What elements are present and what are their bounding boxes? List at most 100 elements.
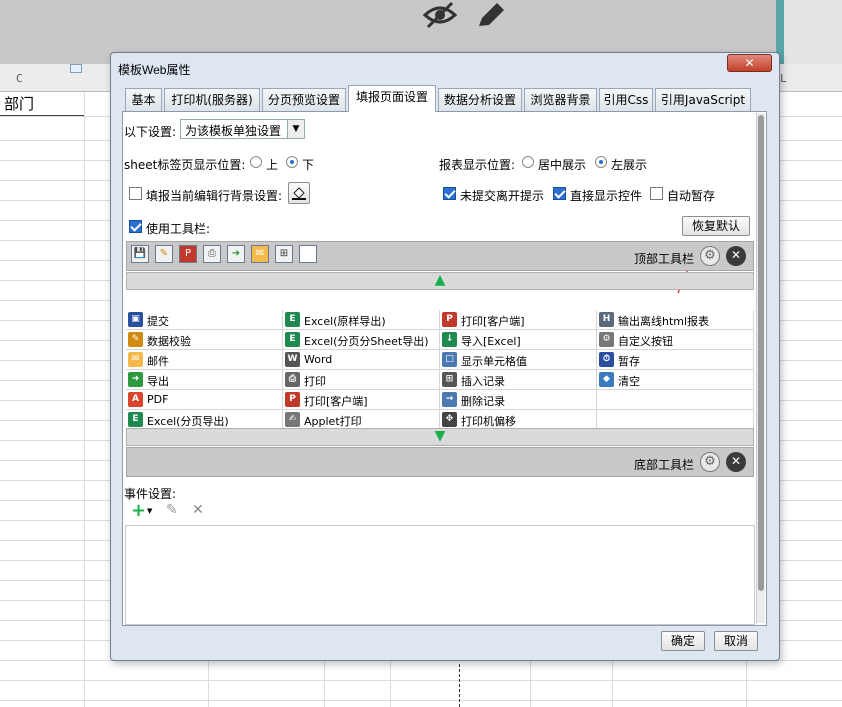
toolbar-grid-item-label: Applet打印 <box>304 415 362 428</box>
email-icon[interactable]: ✉ <box>251 245 269 263</box>
cell-department[interactable]: 部门 <box>0 92 84 116</box>
pdf-print-icon[interactable]: P <box>179 245 197 263</box>
toolbar-grid-item[interactable]: ⚙ 自定义按钮 <box>597 330 754 350</box>
toolbar-grid-item[interactable]: H 输出离线html报表 <box>597 310 754 330</box>
add-event-icon[interactable]: + <box>131 500 146 521</box>
toolbar-grid-item[interactable]: ⏱ 暂存 <box>597 350 754 370</box>
print-icon: ⎙ <box>285 372 300 387</box>
tab-javascript[interactable]: 引用JavaScript <box>655 88 751 112</box>
toolbar-grid-item-label: 插入记录 <box>461 375 505 388</box>
toolbar-grid-item[interactable]: W Word <box>283 350 440 370</box>
excel-icon: E <box>128 412 143 427</box>
restore-default-button[interactable]: 恢复默认 <box>682 216 750 236</box>
tab-browser-background[interactable]: 浏览器背景 <box>524 88 597 112</box>
radio-report-center[interactable] <box>522 156 534 168</box>
paint-bucket-button[interactable] <box>288 182 310 204</box>
radio-report-left[interactable] <box>595 156 607 168</box>
hide-eye-icon[interactable] <box>420 0 460 30</box>
tab-fill-page-settings[interactable]: 填报页面设置 <box>348 85 436 112</box>
tab-css[interactable]: 引用Css <box>599 88 653 112</box>
toolbar-grid-item[interactable]: A PDF <box>126 390 283 410</box>
toolbar-grid-item[interactable]: ⎙ 打印 <box>283 370 440 390</box>
top-toolbar[interactable]: 💾 ✎ P ⎙ ➜ ✉ ⊞ 顶部工具栏 ⚙ ✕ <box>126 241 754 271</box>
arrow-down-icon[interactable]: ▼ <box>435 428 446 444</box>
bottom-toolbar[interactable]: 底部工具栏 ⚙ ✕ <box>126 447 754 477</box>
radio-sheet-tab-top[interactable] <box>250 156 262 168</box>
radio-label: 左展示 <box>611 158 648 172</box>
checkbox-edit-row-bg[interactable] <box>129 187 142 200</box>
close-icon[interactable]: ✕ <box>726 246 746 266</box>
toolbar-grid-item[interactable]: □ 显示单元格值 <box>440 350 597 370</box>
cell-dropdown-icon[interactable] <box>70 64 82 73</box>
arrow-up-icon[interactable]: ▲ <box>435 272 446 288</box>
toolbar-grid-item[interactable]: ✍ Applet打印 <box>283 410 440 430</box>
close-icon[interactable]: ✕ <box>726 452 746 472</box>
toolbar-grid-item[interactable]: → 删除记录 <box>440 390 597 410</box>
save-icon[interactable]: 💾 <box>131 245 149 263</box>
delete-row-icon: → <box>442 392 457 407</box>
print-icon[interactable]: ⎙ <box>203 245 221 263</box>
tab-basic[interactable]: 基本 <box>125 88 162 112</box>
edit-row-bg-label: 填报当前编辑行背景设置: <box>146 189 283 203</box>
toolbar-grid-item[interactable]: E Excel(原样导出) <box>283 310 440 330</box>
toolbar-grid-item[interactable]: ↓ 导入[Excel] <box>440 330 597 350</box>
toolbar-grid-item[interactable]: P 打印[客户端] <box>440 310 597 330</box>
scrollbar-thumb[interactable] <box>758 115 764 591</box>
radio-label: 居中展示 <box>538 158 587 172</box>
toolbar-grid-item[interactable]: ⊞ 插入记录 <box>440 370 597 390</box>
move-up-bar[interactable]: ▲ <box>126 272 754 290</box>
toolbar-grid-item-label: 导出 <box>147 375 169 388</box>
toolbar-grid-item[interactable]: ✉ 邮件 <box>126 350 283 370</box>
gear-icon[interactable]: ⚙ <box>700 452 720 472</box>
checkbox-direct-show-control[interactable] <box>553 187 566 200</box>
checkbox-unsubmitted-prompt[interactable] <box>443 187 456 200</box>
event-list[interactable] <box>125 525 755 625</box>
checkbox-use-toolbar[interactable] <box>129 220 142 233</box>
cancel-button[interactable]: 取消 <box>714 631 758 651</box>
settings-select[interactable]: 为该模板单独设置 ▼ <box>180 119 305 139</box>
insert-row-icon[interactable]: ⊞ <box>275 245 293 263</box>
checkbox-autosave[interactable] <box>650 187 663 200</box>
excel-icon: E <box>285 312 300 327</box>
ok-button[interactable]: 确定 <box>661 631 705 651</box>
gridline <box>0 680 842 681</box>
tab-data-analysis[interactable]: 数据分析设置 <box>438 88 522 112</box>
move-icon: ✥ <box>442 412 457 427</box>
radio-sheet-tab-bottom[interactable] <box>286 156 298 168</box>
toolbar-grid-item[interactable]: E Excel(分页分Sheet导出) <box>283 330 440 350</box>
top-toolbar-label: 顶部工具栏 <box>634 252 695 266</box>
toolbar-grid-item-label: 输出离线html报表 <box>618 315 710 328</box>
toolbar-grid-item[interactable]: ✥ 打印机偏移 <box>440 410 597 430</box>
toolbar-grid-item[interactable]: ▣ 提交 <box>126 310 283 330</box>
toolbar-grid-item[interactable]: ➜ 导出 <box>126 370 283 390</box>
toolbar-grid-item-label: Word <box>304 353 333 366</box>
chevron-down-icon[interactable]: ▼ <box>287 120 304 138</box>
pencil-icon[interactable] <box>470 0 510 30</box>
tab-label: 引用Css <box>603 93 649 107</box>
tab-printer-server[interactable]: 打印机(服务器) <box>164 88 260 112</box>
excel-import-icon: ↓ <box>442 332 457 347</box>
column-header-c[interactable]: C <box>16 72 23 85</box>
verify-icon[interactable]: ✎ <box>155 245 173 263</box>
move-down-bar[interactable]: ▼ <box>126 428 754 446</box>
gear-icon[interactable]: ⚙ <box>700 246 720 266</box>
settings-label: 以下设置: <box>124 125 177 139</box>
dialog-titlebar[interactable]: 模板Web属性 ✕ <box>111 53 779 81</box>
tab-page-preview[interactable]: 分页预览设置 <box>262 88 346 112</box>
chevron-down-icon[interactable]: ▼ <box>147 507 152 515</box>
column-header-l[interactable]: L <box>780 72 787 85</box>
toolbar-grid-item[interactable]: P 打印[客户端] <box>283 390 440 410</box>
toolbar-grid-item[interactable]: ◆ 清空 <box>597 370 754 390</box>
edit-event-icon[interactable]: ✎ <box>166 502 178 518</box>
insert-row-icon: ⊞ <box>442 372 457 387</box>
export-icon[interactable]: ➜ <box>227 245 245 263</box>
scrollbar[interactable] <box>756 113 765 623</box>
toolbar-grid-item-label: 清空 <box>618 375 640 388</box>
show-cell-icon[interactable] <box>299 245 317 263</box>
toolbar-grid-item[interactable]: E Excel(分页导出) <box>126 410 283 430</box>
close-button[interactable]: ✕ <box>727 54 772 72</box>
toolbar-grid-item[interactable]: ✎ 数据校验 <box>126 330 283 350</box>
delete-event-icon[interactable]: ✕ <box>192 502 204 518</box>
toolbar-grid-item-label: 打印[客户端] <box>304 395 368 408</box>
stash-icon: ⏱ <box>599 352 614 367</box>
